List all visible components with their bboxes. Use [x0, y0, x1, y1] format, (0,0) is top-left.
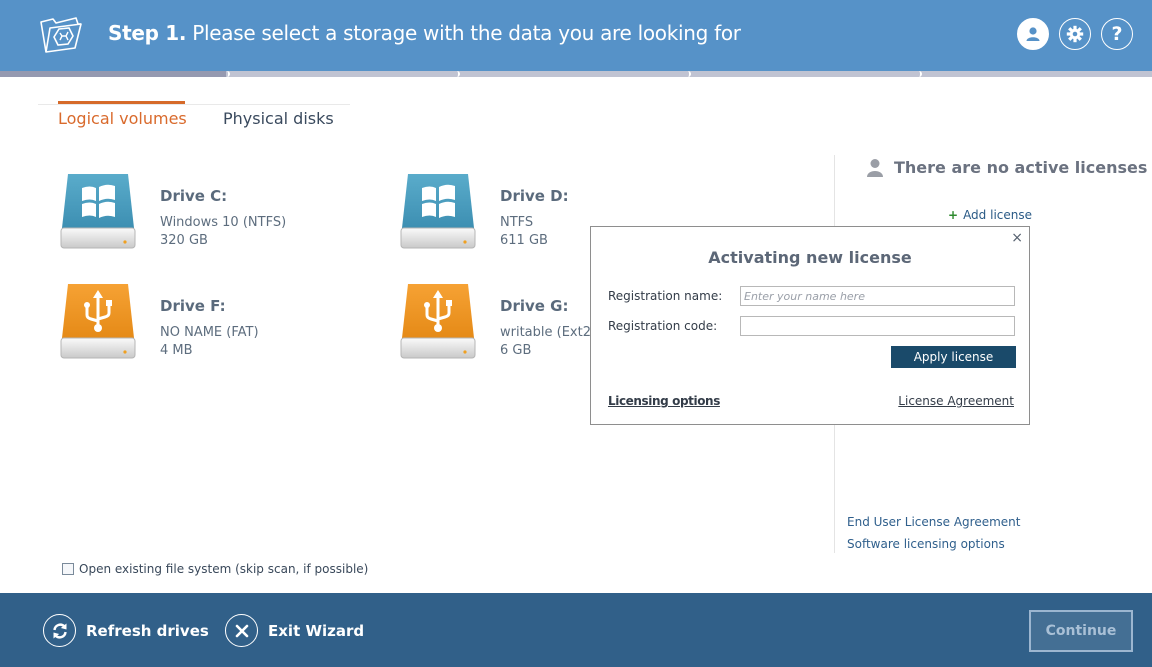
software-licensing-link[interactable]: Software licensing options [847, 537, 1005, 551]
progress-separator [225, 71, 230, 77]
eula-link[interactable]: End User License Agreement [847, 515, 1020, 529]
drive-size: 4 MB [160, 343, 193, 358]
license-status-text: There are no active licenses [894, 158, 1148, 177]
drive-item[interactable]: Drive F: NO NAME (FAT) 4 MB [60, 282, 390, 366]
registration-name-label: Registration name: [608, 289, 723, 303]
license-agreement-link[interactable]: License Agreement [898, 394, 1014, 408]
progress-separator [455, 71, 460, 77]
refresh-drives-label: Refresh drives [86, 621, 209, 640]
drive-name: Drive G: [500, 297, 569, 315]
drive-filesystem: writable (Ext2/3/4) [500, 325, 590, 340]
open-existing-fs-checkbox[interactable]: Open existing file system (skip scan, if… [62, 562, 368, 576]
drive-name: Drive C: [160, 187, 228, 205]
wizard-progress-bar [0, 71, 1152, 77]
plus-icon: + [948, 208, 959, 222]
progress-separator [917, 71, 922, 77]
refresh-drives-button[interactable]: Refresh drives [43, 614, 209, 647]
step-description: Please select a storage with the data yo… [192, 21, 741, 45]
drive-item[interactable]: Drive G: writable (Ext2/3/4) 6 GB [400, 282, 590, 366]
license-status: There are no active licenses [866, 158, 1147, 177]
add-license-label: Add license [963, 208, 1032, 222]
checkbox-box[interactable] [62, 563, 74, 575]
progress-step-complete [0, 71, 226, 77]
drive-filesystem: NO NAME (FAT) [160, 325, 259, 340]
registration-name-input[interactable] [740, 286, 1015, 306]
drive-name: Drive F: [160, 297, 226, 315]
drive-size: 320 GB [160, 233, 208, 248]
drive-filesystem: NTFS [500, 215, 534, 230]
registration-code-input[interactable] [740, 316, 1015, 336]
step-label: Step 1. [108, 21, 187, 45]
drive-item[interactable]: Drive C: Windows 10 (NTFS) 320 GB [60, 172, 390, 256]
header: Step 1. Please select a storage with the … [0, 0, 1152, 71]
usb-drive-icon [400, 284, 476, 359]
registration-code-label: Registration code: [608, 319, 718, 333]
help-button[interactable]: ? [1101, 18, 1133, 50]
close-icon[interactable]: × [1011, 230, 1023, 246]
windows-drive-icon [60, 174, 136, 249]
refresh-icon [43, 614, 76, 647]
tab-physical-disks[interactable]: Physical disks [223, 109, 334, 128]
user-icon [867, 159, 883, 177]
continue-button[interactable]: Continue [1029, 610, 1133, 652]
page-title: Step 1. Please select a storage with the … [108, 21, 741, 45]
folder-logo-icon [40, 17, 82, 53]
activate-license-dialog: × Activating new license Registration na… [590, 226, 1030, 425]
user-icon [1026, 27, 1040, 41]
tabs-divider [38, 104, 350, 105]
exit-wizard-label: Exit Wizard [268, 621, 365, 640]
recovery-wizard-window: Step 1. Please select a storage with the … [0, 0, 1152, 667]
settings-button[interactable] [1059, 18, 1091, 50]
drive-name: Drive D: [500, 187, 569, 205]
gear-icon [1066, 25, 1084, 43]
add-license-link[interactable]: + Add license [948, 208, 1032, 222]
help-icon: ? [1111, 23, 1123, 45]
close-icon [225, 614, 258, 647]
usb-drive-icon [60, 284, 136, 359]
apply-license-button[interactable]: Apply license [891, 346, 1016, 368]
licensing-options-link[interactable]: Licensing options [608, 394, 720, 408]
checkbox-label: Open existing file system (skip scan, if… [79, 562, 369, 576]
account-button[interactable] [1017, 18, 1049, 50]
exit-wizard-button[interactable]: Exit Wizard [225, 614, 364, 647]
drive-filesystem: Windows 10 (NTFS) [160, 215, 287, 230]
dialog-title: Activating new license [708, 248, 912, 267]
drive-size: 6 GB [500, 343, 532, 358]
progress-separator [686, 71, 691, 77]
drive-size: 611 GB [500, 233, 548, 248]
footer: Refresh drives Exit Wizard Continue [0, 593, 1152, 667]
windows-drive-icon [400, 174, 476, 249]
tab-logical-volumes[interactable]: Logical volumes [58, 101, 187, 128]
